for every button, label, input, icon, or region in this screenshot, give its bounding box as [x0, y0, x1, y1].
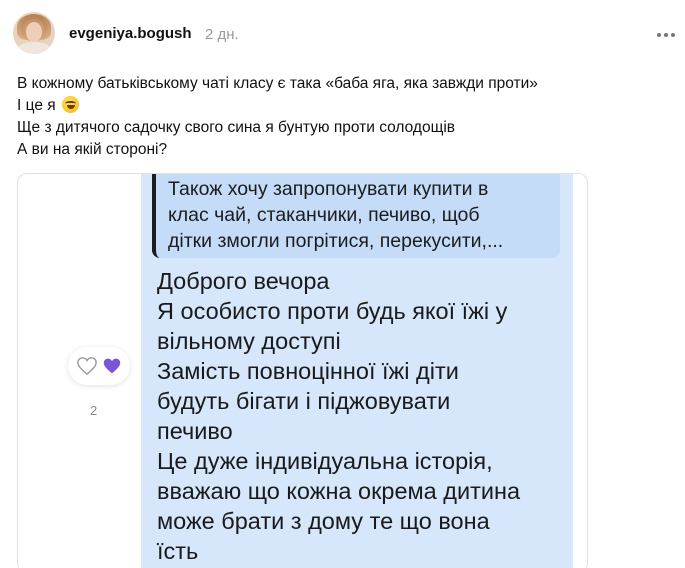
caption-text: І це я [17, 97, 56, 114]
message-line: вважаю що кожна окрема дитина [157, 478, 521, 504]
reaction-count: 2 [90, 403, 98, 418]
message-text: Доброго вечора Я особисто проти будь яко… [157, 266, 567, 566]
message-line: Замість повноцінної їжі діти [157, 358, 459, 384]
caption-line: А ви на якій стороні? [17, 141, 168, 158]
post: evgeniya.bogush 2 дн. В кожному батьківс… [0, 0, 685, 568]
message-reactions[interactable] [68, 347, 130, 385]
avatar[interactable] [13, 12, 55, 54]
caption-line: І це я [17, 95, 667, 117]
timestamp[interactable]: 2 дн. [205, 26, 239, 43]
quote-line: дітки змогли погрітися, перекусити,... [168, 230, 504, 252]
message-line: печиво [157, 418, 233, 444]
caption-line: Ще з дитячого садочку свого сина я бунту… [17, 119, 456, 136]
message-line: може брати з дому те що вона [157, 508, 490, 534]
message-line: Це дуже індивідуальна історія, [157, 448, 493, 474]
more-options-icon[interactable] [657, 26, 679, 44]
username[interactable]: evgeniya.bogush [69, 25, 192, 42]
message-line: Доброго вечора [157, 268, 330, 294]
quoted-message: Також хочу запропонувати купити в клас ч… [152, 174, 560, 258]
rolling-on-floor-laughing-emoji-icon [61, 96, 79, 113]
white-heart-icon[interactable] [76, 356, 98, 376]
message-line: Я особисто проти будь якої їжі у [157, 298, 508, 324]
chat-message-bubble: Також хочу запропонувати купити в клас ч… [141, 174, 573, 568]
quote-line: клас чай, стаканчики, печиво, щоб [168, 204, 480, 226]
purple-heart-icon[interactable] [102, 357, 122, 375]
message-line: вільному доступі [157, 328, 341, 354]
message-line: їсть [157, 538, 199, 564]
caption-line: В кожному батьківському чаті класу є так… [17, 75, 538, 92]
post-image[interactable]: Також хочу запропонувати купити в клас ч… [17, 173, 588, 568]
post-caption: В кожному батьківському чаті класу є так… [17, 73, 667, 161]
quote-line: Також хочу запропонувати купити в [168, 178, 489, 200]
message-line: будуть бігати і піджовувати [157, 388, 451, 414]
